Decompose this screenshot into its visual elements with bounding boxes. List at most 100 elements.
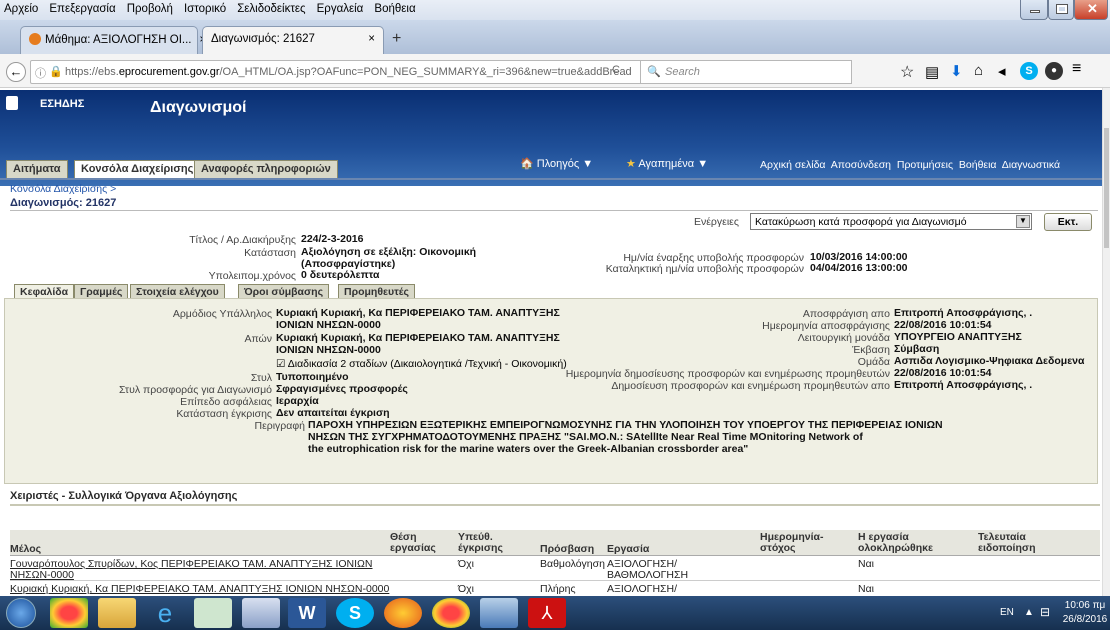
paint-icon[interactable]: [242, 598, 280, 628]
status-label: Κατάσταση: [244, 247, 296, 259]
acrobat-icon[interactable]: ⅄: [528, 598, 566, 628]
table-header: Μέλος Θέση εργασίας Υπεύθ. έγκρισης Πρόσ…: [10, 530, 1100, 556]
favorites-label: Αγαπημένα: [638, 158, 695, 170]
go-button[interactable]: Εκτ.: [1044, 213, 1092, 231]
preferences-link[interactable]: Προτιμήσεις: [897, 159, 953, 171]
col-approver: Υπεύθ. έγκρισης: [458, 531, 503, 554]
pocket-icon[interactable]: ◂: [998, 62, 1006, 80]
home-link[interactable]: Αρχική σελίδα: [760, 159, 826, 171]
clock-time[interactable]: 10:06 πμ: [1062, 600, 1108, 611]
header-divider: [0, 178, 1102, 180]
reload-icon[interactable]: C: [612, 64, 620, 76]
col-task: Εργασία: [607, 543, 650, 555]
member-link-2[interactable]: ΝΗΣΩΝ-0000: [10, 570, 74, 581]
tab-requests[interactable]: Αιτήματα: [6, 160, 68, 178]
new-tab-button[interactable]: +: [392, 30, 401, 48]
lock-icon: 🔒: [49, 66, 63, 78]
ie-icon[interactable]: e: [146, 598, 184, 628]
bookmark-star-icon[interactable]: ☆: [900, 62, 914, 82]
start-button[interactable]: [6, 598, 36, 628]
tab-admin-console[interactable]: Κονσόλα Διαχείρισης: [74, 160, 201, 178]
close-tab-icon[interactable]: ×: [368, 33, 375, 45]
word-icon[interactable]: W: [288, 598, 326, 628]
close-window-button[interactable]: ✕: [1074, 0, 1108, 20]
browser-menubar: Αρχείο Επεξεργασία Προβολή Ιστορικό Σελι…: [0, 0, 1110, 20]
done-cell: Ναι: [858, 558, 874, 570]
checkbox-checked-icon: ☑: [276, 358, 286, 370]
tab-course[interactable]: Μάθημα: ΑΞΙΟΛΟΓΗΣΗ ΟΙ...×: [20, 26, 206, 54]
approver-cell: Όχι: [458, 558, 474, 570]
vpn-icon[interactable]: [480, 598, 518, 628]
back-button[interactable]: ←: [6, 62, 26, 82]
task-cell: ΑΞΙΟΛΟΓΗΣΗ/: [607, 583, 678, 595]
menu-bookmarks[interactable]: Σελιδοδείκτες: [233, 0, 309, 15]
col-task-complete: Η εργασία ολοκληρώθηκε: [858, 531, 933, 554]
navigator-menu[interactable]: 🏠 Πλοηγός ▼: [520, 157, 593, 170]
title-value: 224/2-3-2016: [301, 233, 364, 245]
minimize-button[interactable]: [1020, 0, 1048, 20]
tray-arrow-icon[interactable]: ▲: [1024, 607, 1034, 618]
group-label: Ομάδα: [857, 356, 890, 368]
navigator-label: Πλοηγός: [536, 158, 580, 170]
url-bar[interactable]: ⓘ 🔒 https://ebs.eprocurement.gov.gr/OA_H…: [30, 60, 692, 84]
chat-icon[interactable]: ●: [1045, 62, 1063, 80]
end-date-value: 04/04/2016 13:00:00: [810, 262, 908, 274]
download-icon[interactable]: ⬇: [950, 62, 963, 80]
member-link[interactable]: Κυριακή Κυριακή, Κα ΠΕΡΙΦΕΡΕΙΑΚΟ ΤΑΜ. ΑΝ…: [10, 584, 389, 595]
library-icon[interactable]: ▤: [925, 63, 939, 81]
diagnostics-link[interactable]: Διαγνωστικά: [1002, 159, 1060, 171]
skype-icon[interactable]: S: [1020, 62, 1038, 80]
menu-help[interactable]: Βοήθεια: [370, 0, 419, 15]
actions-label: Ενέργειες: [694, 216, 739, 228]
unit-value: ΥΠΟΥΡΓΕΙΟ ΑΝΑΠΤΥΞΗΣ: [894, 331, 1022, 343]
col-position: Θέση εργασίας: [390, 531, 436, 554]
search-icon: 🔍: [647, 66, 661, 78]
chrome-icon[interactable]: [50, 598, 88, 628]
language-indicator[interactable]: EN: [1000, 607, 1014, 618]
end-date-label: Καταληκτική ημ/νία υποβολής προσφορών: [605, 263, 804, 275]
breadcrumb[interactable]: Κονσόλα Διαχείρισης >: [10, 183, 116, 195]
search-placeholder: Search: [665, 66, 700, 78]
info-icon[interactable]: ⓘ: [35, 65, 46, 81]
page-scrollbar[interactable]: [1102, 88, 1110, 596]
chrome-2-icon[interactable]: [432, 598, 470, 628]
group-value: Ασπιδα Λογισμικο-Ψηφιακα Δεδομενα: [894, 355, 1085, 367]
from-value-2: ΙΟΝΙΩΝ ΝΗΣΩΝ-0000: [276, 344, 381, 356]
actions-select[interactable]: Κατακύρωση κατά προσφορά για Διαγωνισμό ▼: [750, 213, 1032, 230]
publish-date-value: 22/08/2016 10:01:54: [894, 367, 992, 379]
network-icon[interactable]: ⊟: [1040, 605, 1050, 619]
publish-by-label: Δημοσίευση προσφορών και ενημέρωση προμη…: [611, 380, 890, 392]
search-input[interactable]: 🔍 Search: [640, 60, 852, 84]
tab-tender[interactable]: Διαγωνισμός: 21627 ×: [202, 26, 384, 54]
menu-edit[interactable]: Επεξεργασία: [45, 0, 119, 15]
logout-link[interactable]: Αποσύνδεση: [831, 159, 891, 171]
approval-label: Κατάσταση έγκρισης: [176, 408, 272, 420]
title-divider: [10, 210, 1098, 211]
menu-file[interactable]: Αρχείο: [0, 0, 42, 15]
buyer-value: Κυριακή Κυριακή, Κα ΠΕΡΙΦΕΡΕΙΑΚΟ ΤΑΜ. ΑΝ…: [276, 307, 560, 319]
access-cell: Πλήρης: [540, 583, 576, 595]
unseal-label: Αποσφράγιση απο: [802, 308, 890, 320]
file-explorer-icon[interactable]: [98, 598, 136, 628]
skype-taskbar-icon[interactable]: S: [336, 598, 374, 628]
status-value: Αξιολόγηση σε εξέλιξη: Οικονομική: [301, 246, 477, 258]
menu-tools[interactable]: Εργαλεία: [313, 0, 368, 15]
menu-view[interactable]: Προβολή: [123, 0, 177, 15]
menu-history[interactable]: Ιστορικό: [180, 0, 230, 15]
firefox-taskbar-icon[interactable]: [384, 598, 422, 628]
home-icon[interactable]: ⌂: [974, 62, 983, 79]
from-label: Απών: [244, 333, 272, 345]
maximize-button[interactable]: [1048, 0, 1074, 20]
app-logo: ΕΣΗΔΗΣ: [40, 98, 85, 110]
buyer-value-2: ΙΟΝΙΩΝ ΝΗΣΩΝ-0000: [276, 319, 381, 331]
url-text: https://ebs.eprocurement.gov.gr/OA_HTML/…: [65, 66, 632, 78]
help-link[interactable]: Βοήθεια: [959, 159, 997, 171]
hamburger-menu-icon[interactable]: ≡: [1072, 60, 1081, 78]
favorites-menu[interactable]: ★ Αγαπημένα ▼: [626, 157, 708, 170]
chevron-down-icon: ▼: [1016, 215, 1030, 228]
close-icon: ✕: [1087, 1, 1098, 16]
clock-date[interactable]: 26/8/2016: [1062, 614, 1108, 625]
sticky-app-icon[interactable]: [194, 598, 232, 628]
tab-info-reports[interactable]: Αναφορές πληροφοριών: [194, 160, 338, 178]
app-title: Διαγωνισμοί: [150, 99, 247, 116]
